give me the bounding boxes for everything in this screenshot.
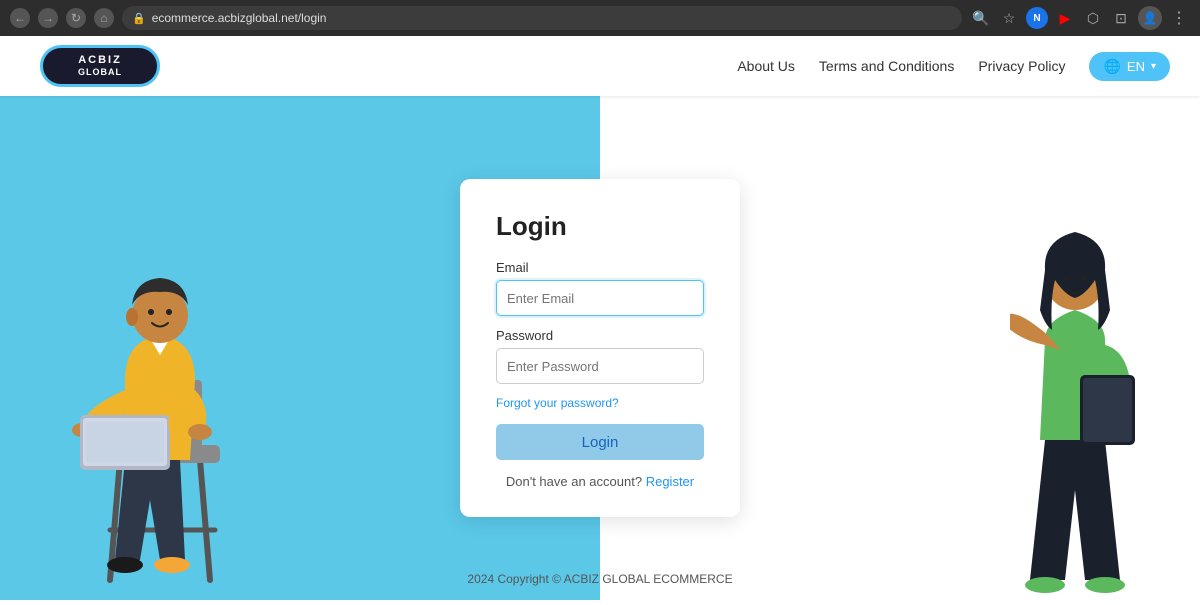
youtube-btn[interactable]: ▶ (1054, 7, 1076, 29)
browser-action-area: 🔍 ☆ N ▶ ⬡ ⊡ 👤 ⋮ (970, 6, 1190, 30)
password-input[interactable] (496, 348, 704, 384)
logo-line1: ACBIZ (78, 54, 122, 67)
page-wrapper: ACBIZ GLOBAL About Us Terms and Conditio… (0, 36, 1200, 600)
star-action[interactable]: ☆ (998, 7, 1020, 29)
language-selector[interactable]: 🌐 EN ▾ (1089, 52, 1170, 81)
figure-right (1010, 180, 1170, 600)
password-label: Password (496, 328, 704, 343)
register-link[interactable]: Register (646, 474, 694, 489)
extension-btn[interactable]: N (1026, 7, 1048, 29)
back-button[interactable]: ← (10, 8, 30, 28)
register-prompt: Don't have an account? (506, 474, 642, 489)
chevron-down-icon: ▾ (1151, 61, 1156, 72)
nav-about[interactable]: About Us (737, 58, 795, 74)
refresh-button[interactable]: ↻ (66, 8, 86, 28)
lang-label: EN (1127, 59, 1145, 74)
main-area: Login Email Password Forgot your passwor… (0, 96, 1200, 600)
url-text: ecommerce.acbizglobal.net/login (152, 11, 327, 25)
footer-copyright: 2024 Copyright © ACBIZ GLOBAL ECOMMERCE (467, 572, 732, 586)
logo-container[interactable]: ACBIZ GLOBAL (30, 40, 170, 92)
extensions-btn[interactable]: ⬡ (1082, 7, 1104, 29)
logo-line2: GLOBAL (78, 67, 122, 78)
logo: ACBIZ GLOBAL (40, 45, 160, 87)
search-action[interactable]: 🔍 (970, 7, 992, 29)
figure-left (60, 240, 280, 600)
profile-btn[interactable]: 👤 (1138, 6, 1162, 30)
lock-icon: 🔒 (132, 12, 146, 25)
forward-button[interactable]: → (38, 8, 58, 28)
email-label: Email (496, 260, 704, 275)
nav-terms[interactable]: Terms and Conditions (819, 58, 954, 74)
register-prompt-text: Don't have an account? Register (496, 474, 704, 489)
address-bar[interactable]: 🔒 ecommerce.acbizglobal.net/login (122, 6, 962, 30)
split-view-btn[interactable]: ⊡ (1110, 7, 1132, 29)
email-input[interactable] (496, 280, 704, 316)
login-title: Login (496, 211, 704, 242)
globe-icon: 🌐 (1103, 58, 1120, 75)
nav-privacy[interactable]: Privacy Policy (978, 58, 1065, 74)
nav-links: About Us Terms and Conditions Privacy Po… (737, 52, 1170, 81)
login-button[interactable]: Login (496, 424, 704, 460)
forgot-password-link[interactable]: Forgot your password? (496, 396, 704, 410)
browser-chrome: ← → ↻ ⌂ 🔒 ecommerce.acbizglobal.net/logi… (0, 0, 1200, 36)
login-card: Login Email Password Forgot your passwor… (460, 179, 740, 517)
navbar: ACBIZ GLOBAL About Us Terms and Conditio… (0, 36, 1200, 96)
menu-btn[interactable]: ⋮ (1168, 7, 1190, 29)
home-button[interactable]: ⌂ (94, 8, 114, 28)
